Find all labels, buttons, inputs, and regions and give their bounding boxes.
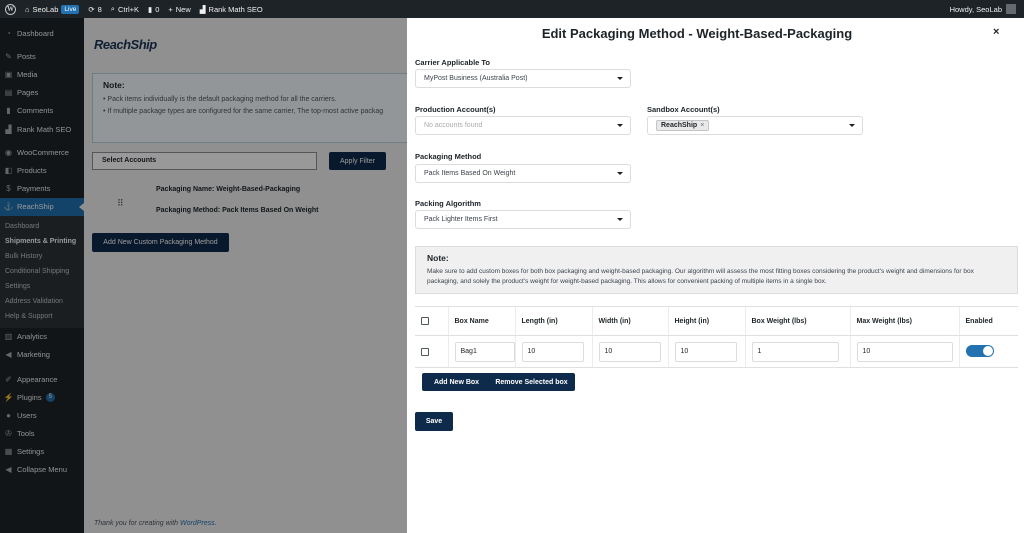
box-weight-input[interactable] (751, 341, 839, 362)
live-badge: Live (61, 4, 80, 14)
add-new-box-button[interactable]: Add New Box (422, 373, 491, 391)
updates-link[interactable]: ⟳ 8 (88, 5, 101, 14)
edit-packaging-drawer: Edit Packaging Method - Weight-Based-Pac… (407, 18, 1024, 533)
user-account-link[interactable]: Howdy, SeoLab (950, 4, 1016, 14)
max-weight-input[interactable] (856, 341, 953, 362)
production-accounts-label: Production Account(s) (415, 105, 496, 114)
table-row (415, 335, 1018, 368)
length-input[interactable] (521, 341, 584, 362)
toggle-knob (982, 345, 993, 356)
chevron-down-icon (849, 124, 855, 127)
comments-link[interactable]: ▮ 0 (148, 5, 159, 14)
height-input[interactable] (674, 341, 737, 362)
box-name-input[interactable] (454, 341, 515, 362)
chevron-down-icon (617, 77, 623, 80)
row-checkbox[interactable] (421, 347, 429, 356)
admin-bar: W ⌂ SeoLab Live ⟳ 8 ⌕ Ctrl+K ▮ 0 + New ▟… (0, 0, 1024, 18)
column-header: Box Weight (lbs) (744, 306, 850, 336)
close-icon[interactable]: × (993, 26, 999, 38)
home-icon: ⌂ (25, 4, 30, 14)
select-all-checkbox[interactable] (421, 317, 429, 325)
comment-icon: ▮ (148, 4, 153, 14)
drawer-title: Edit Packaging Method - Weight-Based-Pac… (541, 26, 853, 41)
column-header: Box Name (447, 306, 515, 336)
plus-icon: + (168, 4, 173, 14)
table-header-row: Box Name Length (in) Width (in) Height (… (415, 306, 1018, 336)
carrier-label: Carrier Applicable To (415, 58, 491, 67)
site-name-link[interactable]: ⌂ SeoLab Live (25, 4, 80, 14)
avatar (1006, 4, 1016, 14)
carrier-select[interactable]: MyPost Business (Australia Post) (415, 69, 631, 88)
sandbox-account-chip: ReachShip × (656, 120, 710, 131)
enabled-toggle[interactable] (965, 344, 994, 357)
column-header: Width (in) (591, 306, 668, 336)
chevron-down-icon (617, 172, 623, 175)
sandbox-accounts-select[interactable]: ReachShip × (647, 116, 863, 135)
rank-math-link[interactable]: ▟ Rank Math SEO (200, 5, 263, 14)
chevron-down-icon (617, 218, 623, 221)
sandbox-accounts-label: Sandbox Account(s) (647, 105, 720, 114)
updates-icon: ⟳ (88, 4, 95, 14)
width-input[interactable] (598, 341, 661, 362)
rank-math-icon: ▟ (199, 4, 206, 14)
boxes-table: Box Name Length (in) Width (in) Height (… (415, 306, 1018, 368)
column-header: Length (in) (514, 306, 592, 336)
column-header: Max Weight (lbs) (849, 306, 959, 336)
column-header: Height (in) (667, 306, 745, 336)
new-content-link[interactable]: + New (168, 5, 190, 14)
modal-backdrop[interactable] (0, 18, 407, 533)
column-header: Enabled (958, 306, 1018, 336)
command-palette-link[interactable]: ⌕ Ctrl+K (111, 4, 139, 14)
remove-selected-box-button[interactable]: Remove Selected box (488, 373, 575, 391)
packaging-method-select[interactable]: Pack Items Based On Weight (415, 164, 631, 183)
search-icon: ⌕ (110, 4, 115, 13)
wordpress-logo-icon[interactable]: W (5, 3, 16, 15)
packaging-method-label: Packaging Method (415, 152, 482, 161)
save-button[interactable]: Save (415, 412, 453, 431)
packing-algorithm-label: Packing Algorithm (415, 199, 481, 208)
production-accounts-select[interactable]: No accounts found (415, 116, 631, 135)
remove-chip-icon[interactable]: × (700, 122, 704, 129)
packaging-note: Note: Make sure to add custom boxes for … (415, 246, 1018, 294)
chevron-down-icon (617, 124, 623, 127)
packing-algorithm-select[interactable]: Pack Lighter Items First (415, 210, 631, 229)
